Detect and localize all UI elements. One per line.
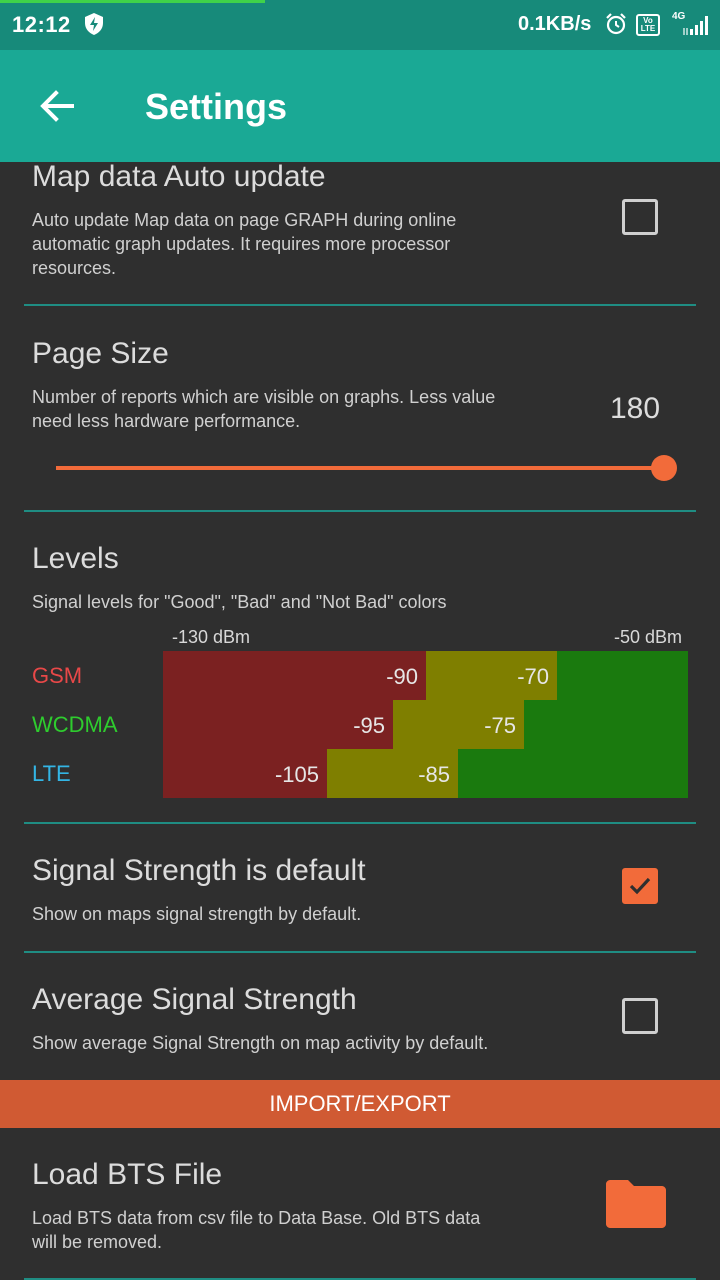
levels-row[interactable]: -95 -75 <box>163 700 688 749</box>
pref-title: Average Signal Strength <box>32 983 357 1016</box>
signal-icon <box>683 16 708 35</box>
shield-icon <box>85 13 103 35</box>
pref-title: Map data Auto update <box>32 162 326 193</box>
pref-summary: Load BTS data from csv file to Data Base… <box>32 1208 481 1252</box>
avg-signal-checkbox[interactable] <box>622 998 658 1034</box>
volte-icon: Vo LTE <box>636 14 660 36</box>
pref-summary: Show on maps signal strength by default. <box>32 904 362 924</box>
levels-range-min: -130 dBm <box>172 627 251 647</box>
status-time: 12:12 <box>12 12 71 37</box>
levels-good-segment[interactable] <box>524 700 688 749</box>
levels-row[interactable]: -90 -70 <box>163 651 688 700</box>
pref-summary: Show average Signal Strength on map acti… <box>32 1033 489 1053</box>
levels-tech-label: LTE <box>32 761 71 786</box>
divider <box>24 822 696 824</box>
page-size-slider-thumb[interactable] <box>651 455 677 481</box>
levels-threshold-label: -90 <box>386 664 418 689</box>
pref-summary: Number of reports which are visible on g… <box>32 387 496 431</box>
pref-title: Levels <box>32 542 119 575</box>
levels-row[interactable]: -105 -85 <box>163 749 688 798</box>
section-header-import-export: IMPORT/EXPORT <box>0 1080 720 1128</box>
pref-summary: Auto update Map data on page GRAPH durin… <box>32 210 457 278</box>
levels-range-max: -50 dBm <box>614 627 683 647</box>
map-auto-update-checkbox[interactable] <box>622 199 658 235</box>
folder-icon[interactable] <box>606 1178 666 1228</box>
divider <box>24 951 696 953</box>
download-progress-strip <box>0 0 265 3</box>
levels-threshold-label: -75 <box>484 713 516 738</box>
page-title: Settings <box>145 86 288 127</box>
levels-tech-label: GSM <box>32 663 83 688</box>
divider <box>24 304 696 306</box>
divider <box>24 510 696 512</box>
levels-good-segment[interactable] <box>557 651 688 700</box>
levels-tech-label: WCDMA <box>32 712 118 737</box>
levels-threshold-label: -70 <box>517 664 549 689</box>
levels-threshold-label: -85 <box>418 762 450 787</box>
app-bar: Settings <box>0 50 720 162</box>
alarm-icon <box>606 13 626 35</box>
pref-title: Signal Strength is default <box>32 854 366 887</box>
back-button[interactable] <box>30 78 86 134</box>
signal-default-checkbox[interactable] <box>622 868 658 904</box>
settings-list[interactable]: Map data Auto update Auto update Map dat… <box>0 162 720 1280</box>
pref-title: Page Size <box>32 337 169 370</box>
page-size-slider-track[interactable] <box>56 466 664 470</box>
levels-good-segment[interactable] <box>458 749 688 798</box>
pref-title: Load BTS File <box>32 1158 223 1191</box>
pref-summary: Signal levels for "Good", "Bad" and "Not… <box>32 592 447 612</box>
page-size-value: 180 <box>609 392 661 425</box>
checkmark-icon <box>629 877 651 895</box>
status-bar: 12:12 0.1KB/s Vo LTE 4G <box>0 0 720 50</box>
levels-threshold-label: -95 <box>353 713 385 738</box>
net-speed: 0.1KB/s <box>518 13 592 35</box>
arrow-left-icon <box>40 90 74 122</box>
levels-threshold-label: -105 <box>274 762 319 787</box>
